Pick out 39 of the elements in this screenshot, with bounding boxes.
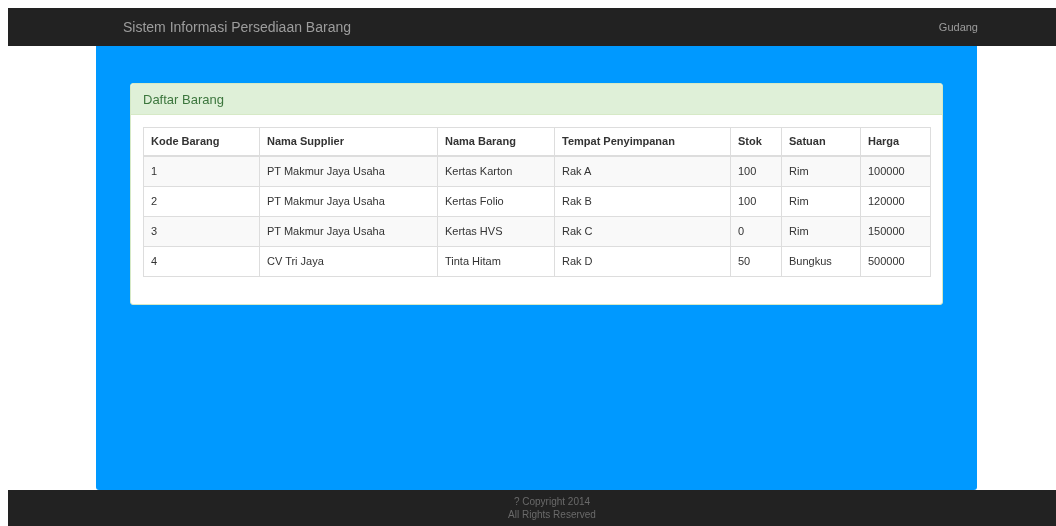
- column-header: Nama Barang: [437, 127, 555, 156]
- table-cell: PT Makmur Jaya Usaha: [259, 155, 438, 186]
- column-header: Stok: [730, 127, 782, 156]
- table-cell: 3: [143, 216, 260, 246]
- table-cell: 1: [143, 155, 260, 186]
- table-cell: 500000: [860, 246, 931, 276]
- footer-text: All Rights Reserved: [508, 509, 596, 520]
- table-cell: 120000: [860, 186, 931, 216]
- table-cell: Bungkus: [781, 246, 861, 276]
- table-cell: Rak A: [554, 155, 731, 186]
- table-cell: CV Tri Jaya: [259, 246, 438, 276]
- user-link[interactable]: Gudang: [938, 21, 978, 33]
- table-cell: PT Makmur Jaya Usaha: [259, 186, 438, 216]
- table-cell: 4: [143, 246, 260, 276]
- table-cell: Tinta Hitam: [437, 246, 555, 276]
- table-cell: Rim: [781, 186, 861, 216]
- table-cell: Kertas HVS: [437, 216, 555, 246]
- table-cell: 0: [730, 216, 782, 246]
- footer-text: ? Copyright 2014: [513, 496, 591, 507]
- table-cell: Rak C: [554, 216, 731, 246]
- table-cell: Kertas Karton: [437, 155, 555, 186]
- panel-title: Daftar Barang: [131, 84, 942, 115]
- table-cell: Rak D: [554, 246, 731, 276]
- table-cell: 50: [730, 246, 782, 276]
- table-cell: PT Makmur Jaya Usaha: [259, 216, 438, 246]
- column-header: Kode Barang: [143, 127, 260, 156]
- column-header: Tempat Penyimpanan: [554, 127, 731, 156]
- table-cell: 100000: [860, 155, 931, 186]
- table-cell: Kertas Folio: [437, 186, 555, 216]
- column-header: Nama Supplier: [259, 127, 438, 156]
- table-cell: 150000: [860, 216, 931, 246]
- app-title[interactable]: Sistem Informasi Persediaan Barang: [123, 19, 351, 35]
- table-cell: 2: [143, 186, 260, 216]
- column-header: Satuan: [781, 127, 861, 156]
- table-cell: 100: [730, 186, 782, 216]
- table-cell: Rak B: [554, 186, 731, 216]
- table-cell: Rim: [781, 216, 861, 246]
- table-cell: Rim: [781, 155, 861, 186]
- column-header: Harga: [860, 127, 931, 156]
